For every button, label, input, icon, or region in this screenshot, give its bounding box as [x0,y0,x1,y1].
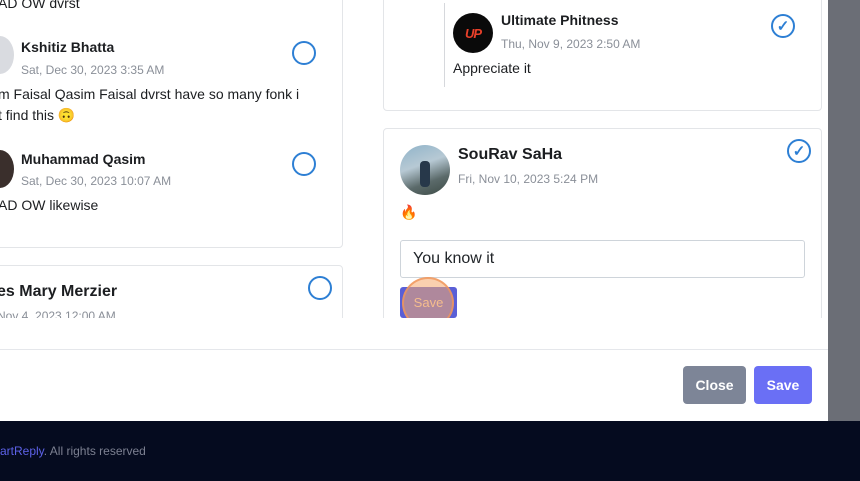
avatar-figure [420,161,430,187]
footer-copyright: artReply. All rights reserved [0,444,146,458]
check-icon: ✓ [776,18,790,35]
reply-message: Appreciate it [453,60,531,76]
footer-brand-link[interactable]: artReply [0,444,44,458]
thread-line [444,3,445,87]
checked-checkbox[interactable]: ✓ [771,14,795,38]
select-checkbox[interactable] [292,41,316,65]
comment-date: Nov 4, 2023 12:00 AM [0,309,116,318]
checked-checkbox[interactable]: ✓ [787,139,811,163]
comment-author: SouRav SaHa [458,146,563,163]
comment-message: t find this 🙃 [0,107,76,123]
modal-dialog: AD OW dvrst Kshitiz Bhatta Sat, Dec 30, … [0,0,828,421]
comment-author: es Mary Merzier [0,283,118,300]
select-checkbox[interactable] [292,152,316,176]
comment-author: Muhammad Qasim [21,151,146,167]
comment-message: AD OW likewise [0,197,99,213]
comment-date: Sat, Dec 30, 2023 3:35 AM [21,63,165,77]
check-icon: ✓ [792,143,806,160]
avatar: UP [453,13,493,53]
comment-date: Sat, Dec 30, 2023 10:07 AM [21,174,172,188]
comment-message: AD OW dvrst [0,0,80,11]
comment-message: 🔥 [400,204,418,220]
reply-save-button[interactable]: Save [400,287,457,318]
reply-author: Ultimate Phitness [501,12,619,28]
comment-message: m Faisal Qasim Faisal dvrst have so many… [0,86,300,102]
reply-input[interactable] [400,240,805,278]
footer-rights-text: . All rights reserved [43,444,146,458]
avatar-logo-text: UP [464,25,482,41]
avatar [400,145,450,195]
close-button[interactable]: Close [683,366,746,404]
modal-footer-divider [0,349,828,350]
save-button[interactable]: Save [754,366,812,404]
comment-date: Fri, Nov 10, 2023 5:24 PM [458,172,599,186]
reply-date: Thu, Nov 9, 2023 2:50 AM [501,37,641,51]
comment-author: Kshitiz Bhatta [21,39,115,55]
select-checkbox[interactable] [308,276,332,300]
modal-body[interactable]: AD OW dvrst Kshitiz Bhatta Sat, Dec 30, … [0,0,828,318]
